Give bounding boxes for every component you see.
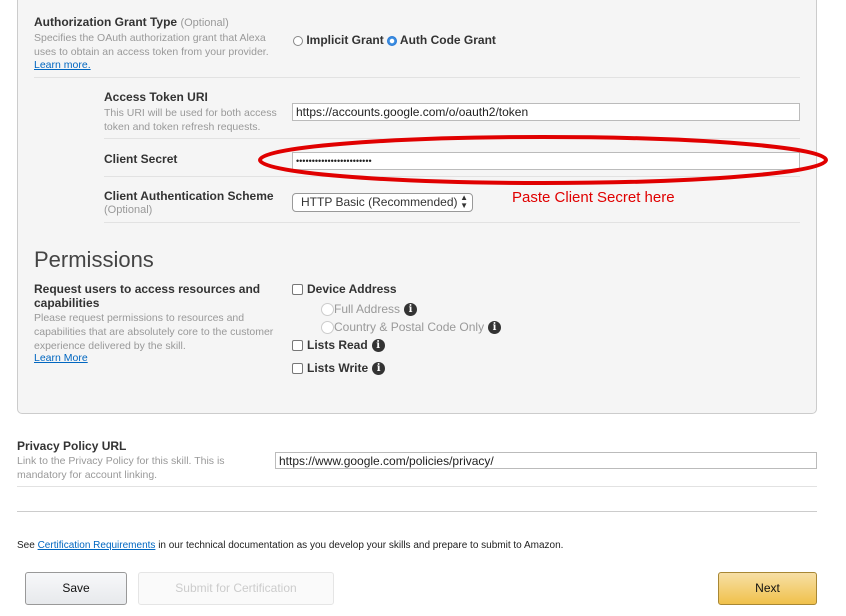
auth-grant-learn-more-link[interactable]: Learn more. [34,59,91,71]
divider [104,222,800,223]
select-arrows-icon: ▲ ▼ [460,193,468,210]
auth-code-grant-radio[interactable]: Auth Code Grant [387,33,496,47]
access-token-label: Access Token URI [104,90,208,104]
device-address-checkbox[interactable]: Device Address [292,282,397,296]
permissions-learn-more-link[interactable]: Learn More [34,352,88,364]
auth-scheme-optional: (Optional) [104,204,153,216]
permissions-title: Permissions [34,247,154,272]
permissions-description: Please request permissions to resources … [34,312,274,352]
info-icon[interactable]: i [371,339,385,353]
next-button[interactable]: Next [718,572,817,605]
permissions-label: Request users to access resources and cap… [34,282,261,310]
certification-requirements-link[interactable]: Certification Requirements [38,540,156,551]
divider [17,486,817,487]
privacy-description: Link to the Privacy Policy for this skil… [17,455,225,481]
info-icon[interactable]: i [488,321,502,335]
info-icon[interactable]: i [372,362,386,376]
info-icon[interactable]: i [404,303,418,317]
access-token-description: This URI will be used for both access tok… [104,107,277,133]
auth-scheme-label: Client Authentication Scheme [104,189,274,203]
divider [17,511,817,512]
certification-note: See Certification Requirements in our te… [17,540,564,551]
privacy-url-input[interactable]: https://www.google.com/policies/privacy/ [275,452,817,469]
divider [34,77,800,78]
lists-read-checkbox[interactable]: Lists Read i [292,338,385,353]
auth-scheme-select[interactable]: HTTP Basic (Recommended) ▲ ▼ [292,193,473,212]
annotation-text: Paste Client Secret here [512,189,675,206]
auth-grant-label: Authorization Grant Type (Optional) [34,15,229,29]
country-postal-radio[interactable]: Country & Postal Code Only i [321,320,502,335]
full-address-radio[interactable]: Full Address i [321,302,418,317]
auth-grant-description: Specifies the OAuth authorization grant … [34,32,269,58]
access-token-input[interactable]: https://accounts.google.com/o/oauth2/tok… [292,103,800,121]
lists-write-checkbox[interactable]: Lists Write i [292,361,386,376]
submit-for-certification-button[interactable]: Submit for Certification [138,572,334,605]
privacy-label: Privacy Policy URL [17,439,127,453]
implicit-grant-radio[interactable]: Implicit Grant [293,33,384,47]
client-secret-label: Client Secret [104,152,178,166]
save-button[interactable]: Save [25,572,127,605]
annotation-ellipse [258,135,828,185]
grant-radio-group: Implicit Grant Auth Code Grant [293,33,496,47]
